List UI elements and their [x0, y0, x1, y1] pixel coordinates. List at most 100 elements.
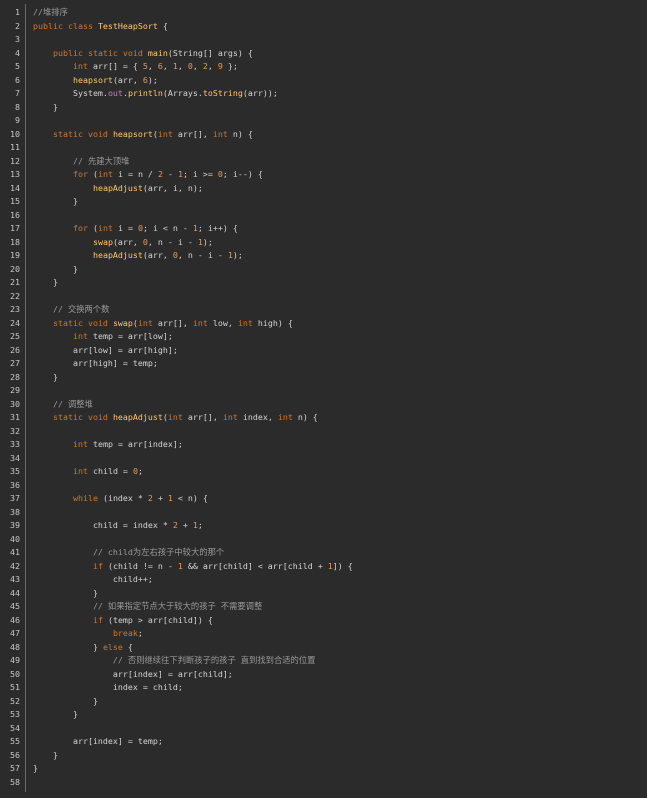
code-line[interactable]: } [33, 195, 647, 209]
code-line[interactable]: //堆排序 [33, 6, 647, 20]
code-line[interactable]: } [33, 708, 647, 722]
code-token: swap [92, 236, 113, 247]
code-token: static void [52, 412, 113, 422]
code-token: , [147, 61, 158, 71]
code-line[interactable]: } [33, 276, 647, 290]
code-editor[interactable]: 1 2 3 4 5 6 7 8 9 10 11 12 13 14 15 16 17 18 19 20 21 22 23 24 2… [0, 0, 647, 798]
code-line[interactable]: ​ [33, 506, 647, 520]
code-line[interactable]: // child为左右孩子中较大的那个 [33, 546, 647, 560]
line-number: 45 [10, 601, 20, 611]
code-token: heapsort [72, 74, 113, 85]
code-line[interactable]: int arr[] = { 5, 6, 1, 0, 2, 9 }; [33, 60, 647, 74]
code-line[interactable]: // 交换两个数 [33, 303, 647, 317]
code-token: for [72, 223, 88, 233]
code-line[interactable]: arr[index] = arr[child]; [33, 668, 647, 682]
code-line[interactable]: heapAdjust(arr, i, n); [33, 182, 647, 196]
code-token: arr[], [182, 412, 223, 422]
code-token: toString [202, 88, 243, 98]
code-line[interactable]: public class TestHeapSort { [33, 20, 647, 34]
code-line[interactable]: } [33, 695, 647, 709]
code-line[interactable]: // 调整堆 [33, 398, 647, 412]
code-line[interactable]: int child = 0; [33, 465, 647, 479]
code-token: , n - i - [147, 236, 198, 247]
code-token: { [122, 641, 133, 652]
code-token: index, [237, 412, 278, 422]
code-line[interactable]: ​ [33, 384, 647, 398]
code-line[interactable]: static void swap(int arr[], int low, int… [33, 317, 647, 331]
code-token: (index * [97, 493, 148, 503]
code-line[interactable]: if (child != n - 1 && arr[child] < arr[c… [33, 560, 647, 574]
code-token: public class [33, 20, 98, 31]
line-number: 49 [10, 655, 20, 665]
code-line[interactable]: } [33, 263, 647, 277]
code-line[interactable]: ​ [33, 33, 647, 47]
code-token: ; i++) { [197, 223, 238, 233]
code-line[interactable]: ​ [33, 479, 647, 493]
code-line[interactable]: index = child; [33, 681, 647, 695]
code-token: ; [137, 466, 143, 476]
code-token: // 交换两个数 [33, 304, 110, 314]
line-number: 55 [10, 736, 20, 746]
code-line[interactable]: heapAdjust(arr, 0, n - i - 1); [33, 249, 647, 263]
code-line[interactable]: } [33, 762, 647, 776]
code-line[interactable]: static void heapsort(int arr[], int n) { [33, 128, 647, 142]
code-line[interactable]: swap(arr, 0, n - i - 1); [33, 236, 647, 250]
code-line[interactable]: static void heapAdjust(int arr[], int in… [33, 411, 647, 425]
code-line[interactable]: } [33, 101, 647, 115]
code-line[interactable]: ​ [33, 290, 647, 304]
line-number: 24 [10, 317, 20, 328]
code-line[interactable]: ​ [33, 776, 647, 790]
code-line[interactable]: ​ [33, 114, 647, 128]
code-line[interactable]: } else { [33, 641, 647, 655]
code-line[interactable]: ​ [33, 209, 647, 223]
line-number: 37 [10, 493, 20, 503]
code-line[interactable]: // 否则继续往下判断孩子的孩子 直到找到合适的位置 [33, 654, 647, 668]
code-token: arr[index] = arr[child]; [33, 668, 233, 679]
code-line[interactable]: } [33, 749, 647, 763]
code-line[interactable]: for (int i = 0; i < n - 1; i++) { [33, 222, 647, 236]
code-line[interactable]: arr[high] = temp; [33, 357, 647, 371]
code-line[interactable]: ​ [33, 533, 647, 547]
line-number: 46 [10, 614, 20, 625]
code-token: { [157, 20, 168, 31]
code-token: i = n / [112, 169, 158, 179]
code-line[interactable]: arr[low] = arr[high]; [33, 344, 647, 358]
code-line[interactable]: ​ [33, 452, 647, 466]
line-number: 3 [15, 34, 20, 44]
code-area[interactable]: //堆排序public class TestHeapSort {​ public… [33, 6, 647, 789]
code-line[interactable]: child = index * 2 + 1; [33, 519, 647, 533]
code-line[interactable]: break; [33, 627, 647, 641]
code-line[interactable]: arr[index] = temp; [33, 735, 647, 749]
code-line[interactable]: // 先建大顶堆 [33, 155, 647, 169]
line-number: 42 [10, 560, 20, 571]
line-number: 15 [10, 196, 20, 206]
code-line[interactable]: ​ [33, 141, 647, 155]
line-number: 20 [10, 263, 20, 274]
line-number: 31 [10, 412, 20, 422]
code-line[interactable]: System.out.println(Arrays.toString(arr))… [33, 87, 647, 101]
code-line[interactable]: // 如果指定节点大于较大的孩子 不需要调整 [33, 600, 647, 614]
code-token: if [92, 614, 103, 625]
code-line[interactable]: heapsort(arr, 6); [33, 74, 647, 88]
code-line[interactable]: ​ [33, 722, 647, 736]
code-line[interactable]: public static void main(String[] args) { [33, 47, 647, 61]
code-token: ); [202, 236, 213, 247]
code-token: int [72, 439, 88, 449]
code-line[interactable]: child++; [33, 573, 647, 587]
code-line[interactable]: ​ [33, 425, 647, 439]
code-token: } [33, 695, 98, 706]
line-number: 35 [10, 466, 20, 476]
code-line[interactable]: } [33, 371, 647, 385]
code-token: out [107, 88, 123, 98]
code-line[interactable]: int temp = arr[index]; [33, 438, 647, 452]
code-line[interactable]: while (index * 2 + 1 < n) { [33, 492, 647, 506]
line-number: 57 [10, 763, 20, 773]
code-line[interactable]: for (int i = n / 2 - 1; i >= 0; i--) { [33, 168, 647, 182]
code-token: low, [207, 317, 238, 328]
code-line[interactable]: int temp = arr[low]; [33, 330, 647, 344]
code-line[interactable]: } [33, 587, 647, 601]
code-line[interactable]: if (temp > arr[child]) { [33, 614, 647, 628]
